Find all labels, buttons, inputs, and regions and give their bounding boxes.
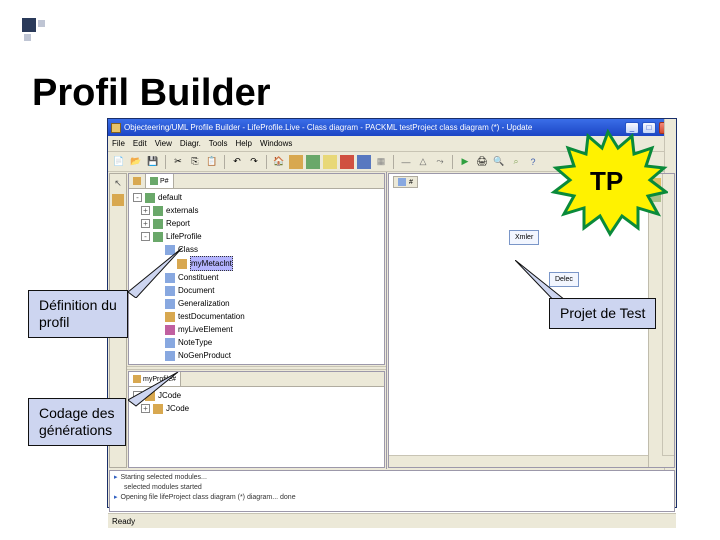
callout-definition: Définition du profil bbox=[28, 290, 128, 338]
palette-select-icon[interactable]: ↖ bbox=[112, 177, 124, 189]
status-text: Ready bbox=[112, 517, 135, 526]
menu-file[interactable]: File bbox=[112, 139, 125, 148]
tree-row[interactable]: myLiveElement bbox=[131, 323, 382, 336]
tree-row[interactable]: - LifeProfile bbox=[131, 230, 382, 243]
help-icon[interactable]: ? bbox=[526, 155, 540, 169]
expander-icon[interactable]: - bbox=[141, 232, 150, 241]
open-icon[interactable]: 📂 bbox=[129, 155, 143, 169]
tree-item-label: myLiveElement bbox=[178, 323, 233, 336]
tp-badge-label: TP bbox=[590, 166, 623, 197]
menu-diagr[interactable]: Diagr. bbox=[180, 139, 201, 148]
zoom-icon[interactable]: 🔍 bbox=[492, 155, 506, 169]
tree-item-icon bbox=[165, 299, 175, 309]
tree-row[interactable]: testDocumentation bbox=[131, 310, 382, 323]
find-icon[interactable]: ⌕ bbox=[509, 155, 523, 169]
tree-root-label: default bbox=[158, 191, 182, 204]
menu-help[interactable]: Help bbox=[235, 139, 251, 148]
splitter[interactable] bbox=[127, 366, 386, 370]
menu-edit[interactable]: Edit bbox=[133, 139, 147, 148]
tree-row[interactable]: NoGenProduct bbox=[131, 349, 382, 362]
menu-view[interactable]: View bbox=[155, 139, 172, 148]
tree-item-label: Generalization bbox=[178, 297, 230, 310]
cut-icon[interactable]: ✂ bbox=[171, 155, 185, 169]
gen-icon[interactable]: △ bbox=[416, 155, 430, 169]
tree-item-icon bbox=[153, 232, 163, 242]
tree-row[interactable]: Generalization bbox=[131, 297, 382, 310]
class-icon[interactable] bbox=[289, 155, 303, 169]
expander-icon[interactable]: + bbox=[141, 206, 150, 215]
tree-row[interactable]: NoteType bbox=[131, 336, 382, 349]
expander-icon[interactable]: + bbox=[141, 219, 150, 228]
menu-tools[interactable]: Tools bbox=[209, 139, 228, 148]
tree-item-label: Report bbox=[166, 217, 190, 230]
copy-icon[interactable]: ⎘ bbox=[188, 155, 202, 169]
package-icon[interactable] bbox=[306, 155, 320, 169]
window-title: Objecteering/UML Profile Builder - LifeP… bbox=[124, 123, 532, 132]
tree-item-label: NoteType bbox=[178, 336, 212, 349]
tree-item-icon bbox=[165, 325, 175, 335]
tree-row[interactable]: + externals bbox=[131, 204, 382, 217]
diagram-hscroll[interactable] bbox=[389, 455, 674, 467]
log-line-1: Starting selected modules... bbox=[121, 473, 207, 483]
paste-icon[interactable]: 📋 bbox=[205, 155, 219, 169]
log-line-3: Opening file lifeProject class diagram (… bbox=[121, 493, 296, 503]
tree-item-icon bbox=[165, 338, 175, 348]
run-icon[interactable]: ▶ bbox=[458, 155, 472, 169]
tree-row[interactable]: + Report bbox=[131, 217, 382, 230]
home-icon[interactable]: 🏠 bbox=[272, 155, 286, 169]
slide-bullet-decor bbox=[22, 18, 50, 46]
app-icon bbox=[111, 123, 121, 133]
tree-item-icon bbox=[153, 219, 163, 229]
tree-item-icon bbox=[165, 351, 175, 361]
profile-tab-icon[interactable] bbox=[129, 174, 146, 188]
tree-item-label: externals bbox=[166, 204, 198, 217]
grid-icon[interactable]: ▦ bbox=[374, 155, 388, 169]
diagram-tab[interactable]: # bbox=[393, 176, 418, 188]
blue-icon[interactable] bbox=[357, 155, 371, 169]
log-icon: ▸ bbox=[114, 473, 118, 483]
dep-icon[interactable]: ⤳ bbox=[433, 155, 447, 169]
tree-item-icon bbox=[153, 206, 163, 216]
log-icon-2: ▸ bbox=[114, 493, 118, 503]
red-icon[interactable] bbox=[340, 155, 354, 169]
status-bar: Ready bbox=[108, 513, 676, 528]
slide-title: Profil Builder bbox=[32, 72, 271, 115]
assoc-icon[interactable]: — bbox=[399, 155, 413, 169]
save-icon[interactable]: 💾 bbox=[146, 155, 160, 169]
undo-icon[interactable]: ↶ bbox=[230, 155, 244, 169]
log-line-2: selected modules started bbox=[114, 483, 670, 493]
diagram-node-1[interactable]: Xmler bbox=[509, 230, 539, 245]
tree-item-icon bbox=[165, 312, 175, 322]
palette-class-icon[interactable] bbox=[112, 194, 124, 206]
tree-item-label: testDocumentation bbox=[178, 310, 245, 323]
print-icon[interactable]: 🖨 bbox=[475, 155, 489, 169]
callout-definition-pointer bbox=[128, 248, 188, 298]
callout-projet: Projet de Test bbox=[549, 298, 656, 329]
callout-codage: Codage des générations bbox=[28, 398, 126, 446]
left-column: P# -default +externals+Report-LifeProfil… bbox=[127, 172, 387, 469]
tree-item-label: myMetaclnt bbox=[190, 256, 233, 271]
redo-icon[interactable]: ↷ bbox=[247, 155, 261, 169]
callout-codage-pointer bbox=[128, 372, 184, 408]
tree-item-label: NoGenProduct bbox=[178, 349, 231, 362]
log-panel: ▸Starting selected modules... selected m… bbox=[109, 470, 675, 512]
profile-tab[interactable]: P# bbox=[146, 174, 174, 188]
menu-windows[interactable]: Windows bbox=[260, 139, 292, 148]
note-icon[interactable] bbox=[323, 155, 337, 169]
new-icon[interactable]: 📄 bbox=[112, 155, 126, 169]
tree-item-label: LifeProfile bbox=[166, 230, 202, 243]
